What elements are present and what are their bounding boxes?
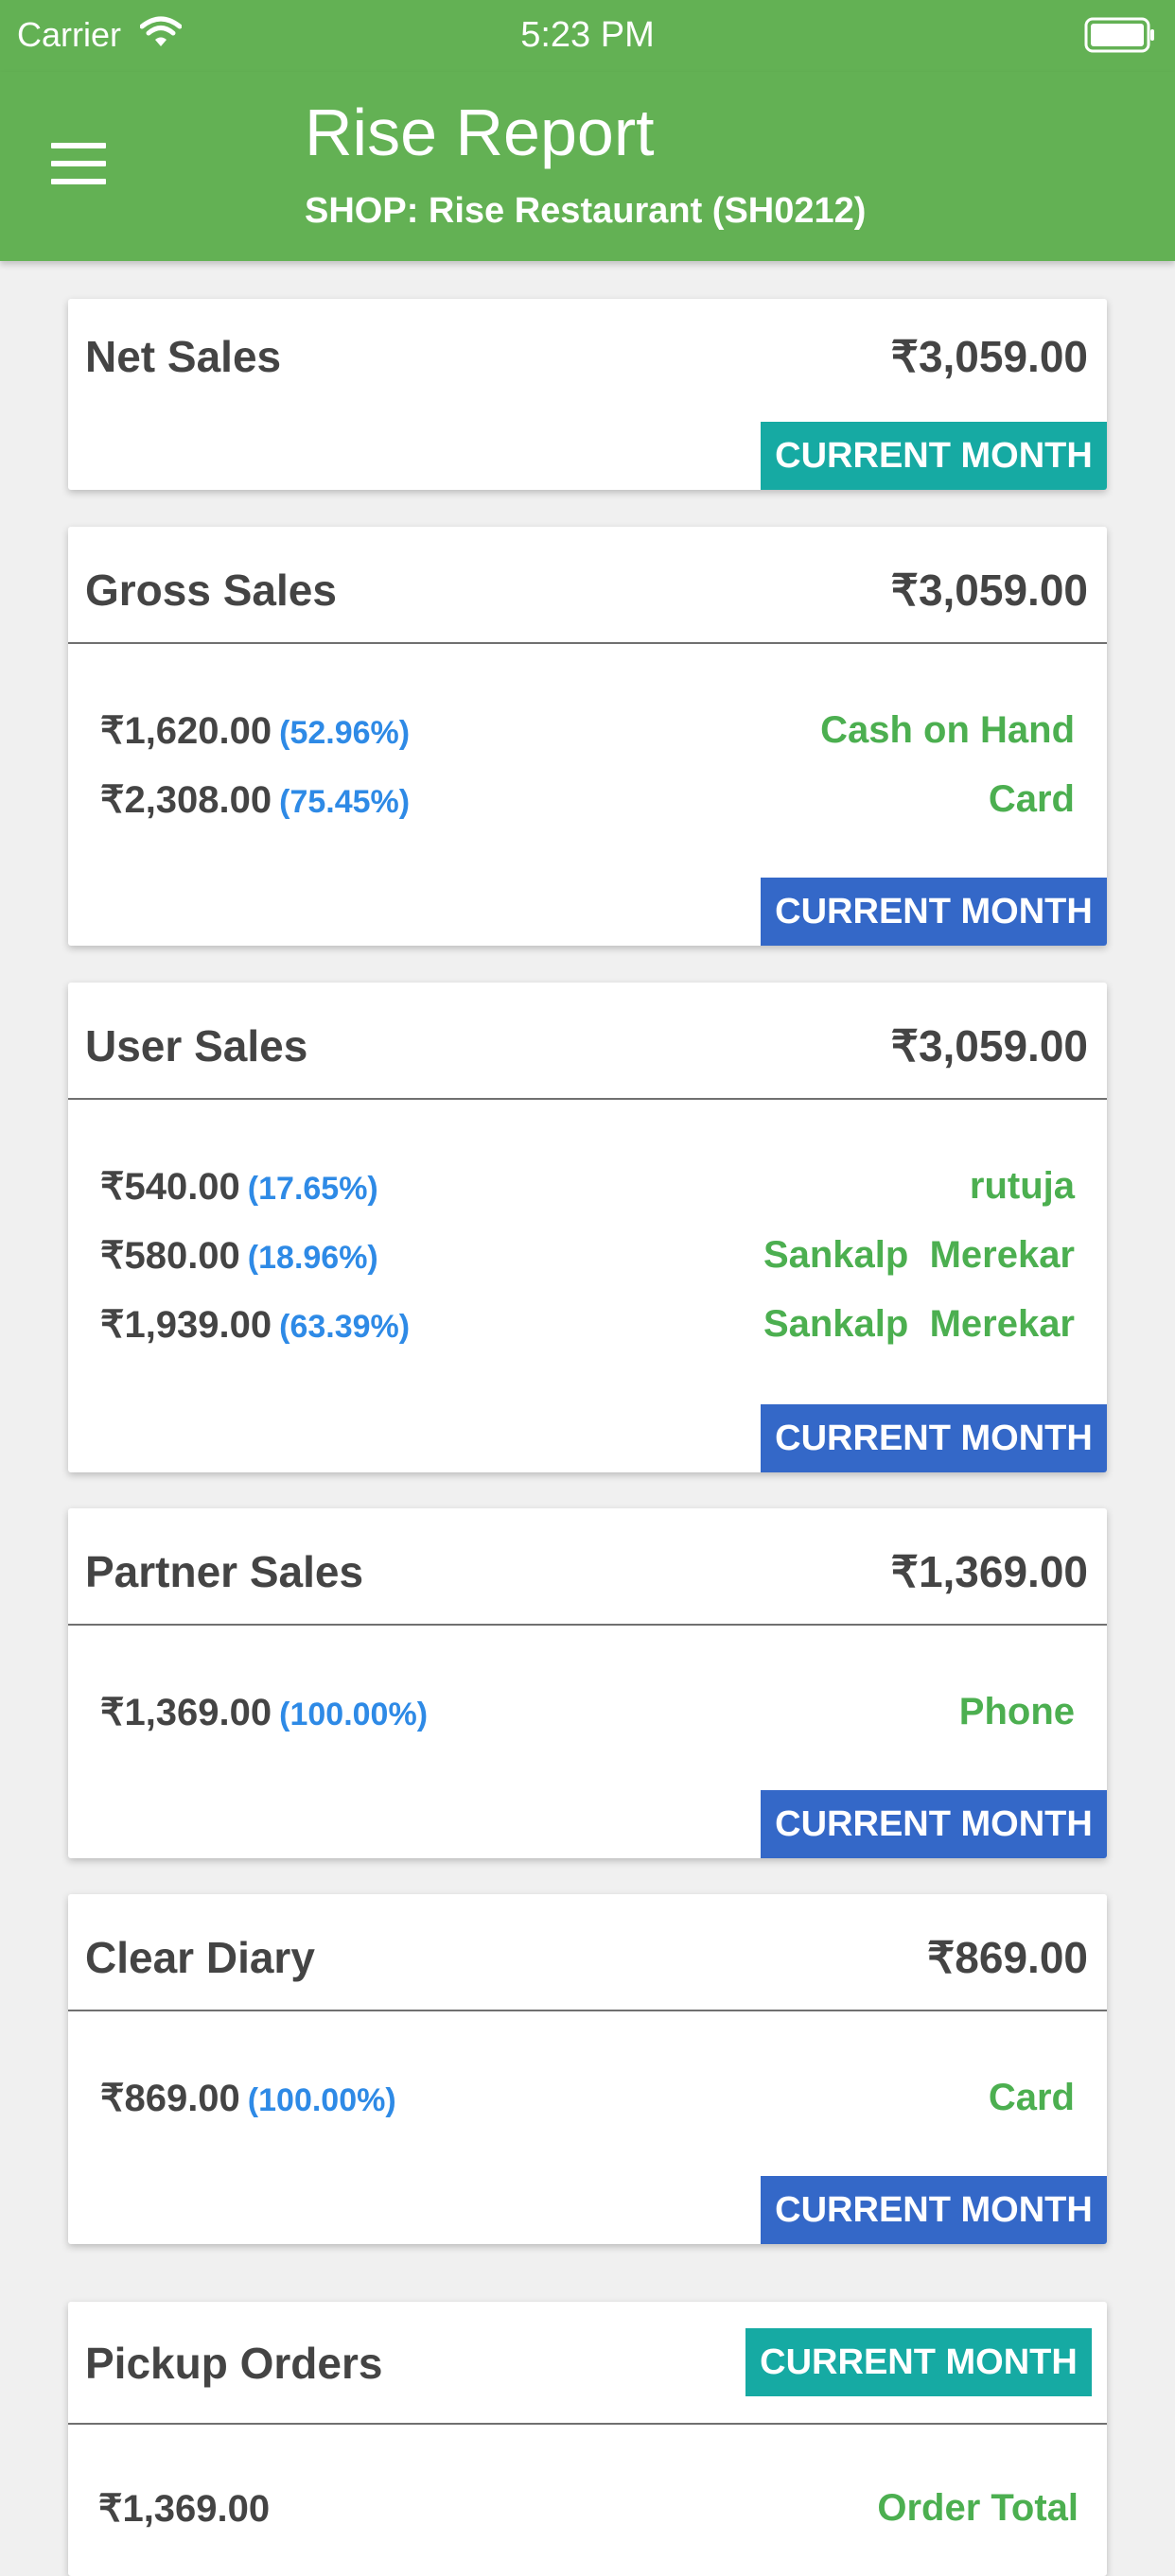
row-percent: (52.96%) bbox=[279, 715, 411, 751]
battery-icon bbox=[1084, 17, 1156, 58]
row-amount: ₹2,308.00 (75.45%) bbox=[100, 779, 411, 821]
row-amount: ₹1,939.00 (63.39%) bbox=[100, 1304, 411, 1346]
row-label: Card bbox=[988, 778, 1075, 820]
row-amount: ₹540.00 (17.65%) bbox=[100, 1166, 378, 1208]
page-title: Rise Report bbox=[305, 96, 655, 169]
current-month-badge[interactable]: CURRENT MONTH bbox=[761, 422, 1107, 490]
card-title: User Sales bbox=[85, 1021, 308, 1070]
pickup-orders-card: Pickup Orders CURRENT MONTH ₹1,369.00 Or… bbox=[68, 2302, 1107, 2576]
card-total: ₹3,059.00 bbox=[890, 1021, 1088, 1070]
gross-sales-card: Gross Sales ₹3,059.00 ₹1,620.00 (52.96%) … bbox=[68, 527, 1107, 946]
row-percent: (17.65%) bbox=[247, 1171, 378, 1207]
card-total: ₹3,059.00 bbox=[890, 566, 1088, 615]
current-month-badge[interactable]: CURRENT MONTH bbox=[761, 1404, 1107, 1472]
row-label: Card bbox=[988, 2077, 1075, 2118]
divider bbox=[68, 642, 1107, 644]
divider bbox=[68, 2423, 1107, 2425]
user-sales-card: User Sales ₹3,059.00 ₹540.00 (17.65%) rut… bbox=[68, 983, 1107, 1472]
shop-subtitle: SHOP: Rise Restaurant (SH0212) bbox=[305, 191, 867, 231]
current-month-badge[interactable]: CURRENT MONTH bbox=[761, 1790, 1107, 1858]
card-title: Partner Sales bbox=[85, 1547, 364, 1596]
current-month-badge[interactable]: CURRENT MONTH bbox=[761, 878, 1107, 946]
card-title: Clear Diary bbox=[85, 1933, 315, 1982]
status-time: 5:23 PM bbox=[520, 15, 655, 55]
app-header: Rise Report SHOP: Rise Restaurant (SH021… bbox=[0, 72, 1175, 261]
net-sales-card: Net Sales ₹3,059.00 CURRENT MONTH bbox=[68, 299, 1107, 490]
card-title: Pickup Orders bbox=[85, 2339, 383, 2388]
divider bbox=[68, 1098, 1107, 1100]
row-label: Order Total bbox=[877, 2487, 1079, 2529]
status-bar: Carrier 5:23 PM bbox=[0, 0, 1175, 72]
row-label: Cash on Hand bbox=[820, 709, 1075, 751]
current-month-badge[interactable]: CURRENT MONTH bbox=[761, 2176, 1107, 2244]
menu-icon[interactable] bbox=[51, 143, 106, 186]
card-total: ₹3,059.00 bbox=[890, 332, 1088, 381]
row-label: Sankalp Merekar bbox=[763, 1234, 1075, 1276]
row-amount: ₹1,369.00 (100.00%) bbox=[100, 1692, 429, 1733]
row-label: Phone bbox=[958, 1691, 1075, 1732]
card-title: Net Sales bbox=[85, 332, 282, 381]
row-percent: (100.00%) bbox=[247, 2082, 396, 2118]
current-month-badge[interactable]: CURRENT MONTH bbox=[745, 2328, 1092, 2396]
row-percent: (75.45%) bbox=[279, 784, 411, 820]
card-total: ₹869.00 bbox=[927, 1933, 1088, 1982]
row-amount: ₹1,369.00 bbox=[98, 2488, 271, 2530]
divider bbox=[68, 1624, 1107, 1626]
card-title: Gross Sales bbox=[85, 566, 337, 615]
row-percent: (63.39%) bbox=[279, 1309, 411, 1345]
row-label: Sankalp Merekar bbox=[763, 1303, 1075, 1345]
row-percent: (100.00%) bbox=[279, 1697, 429, 1732]
divider bbox=[68, 2010, 1107, 2011]
row-percent: (18.96%) bbox=[247, 1240, 378, 1276]
partner-sales-card: Partner Sales ₹1,369.00 ₹1,369.00 (100.00… bbox=[68, 1508, 1107, 1858]
row-label: rutuja bbox=[969, 1165, 1075, 1207]
row-amount: ₹580.00 (18.96%) bbox=[100, 1235, 378, 1277]
card-total: ₹1,369.00 bbox=[890, 1547, 1088, 1596]
row-amount: ₹869.00 (100.00%) bbox=[100, 2078, 396, 2119]
row-amount: ₹1,620.00 (52.96%) bbox=[100, 710, 411, 752]
clear-diary-card: Clear Diary ₹869.00 ₹869.00 (100.00%) Car… bbox=[68, 1894, 1107, 2244]
